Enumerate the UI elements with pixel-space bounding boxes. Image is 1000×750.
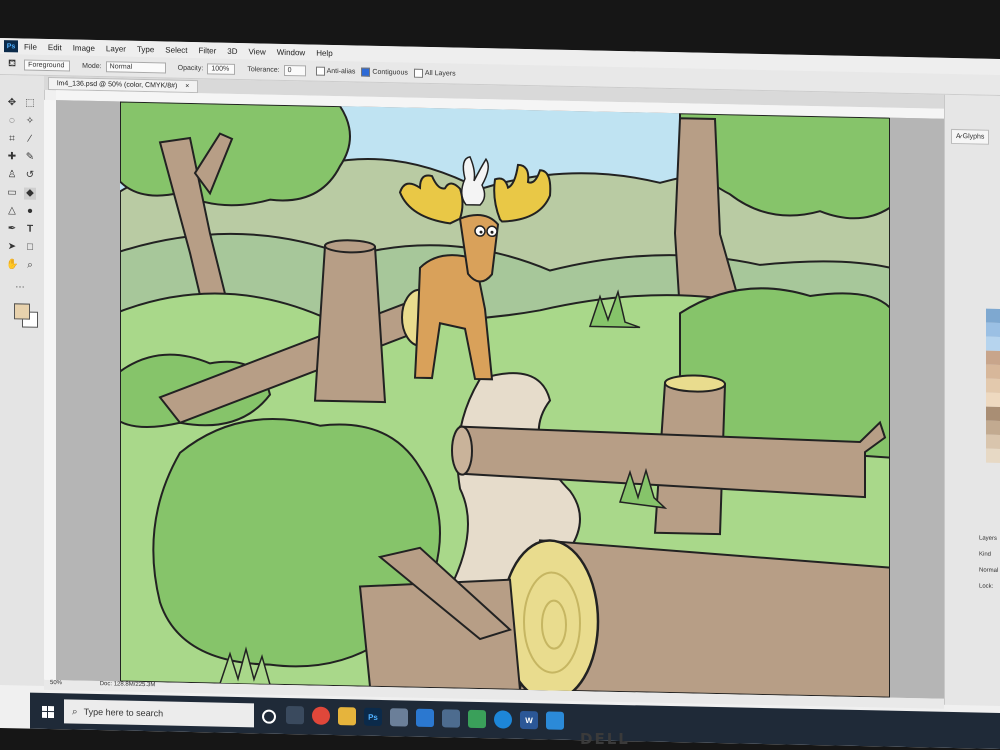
tolerance-label: Tolerance: (247, 65, 280, 74)
move-tool-icon[interactable]: ✥ (6, 97, 18, 109)
swatches-column (986, 308, 1000, 469)
menu-select[interactable]: Select (165, 45, 187, 54)
zoom-level[interactable]: 50% (50, 680, 62, 686)
tools-panel: ✥ ⬚ ◌ ✧ ⌗ ⁄ ✚ ✎ ♙ ↺ ▭ ◆ △ ● ✒ T ➤ □ ✋ ⌕ … (0, 75, 45, 686)
menu-window[interactable]: Window (277, 47, 305, 57)
tolerance-input[interactable]: 0 (283, 64, 306, 76)
menu-edit[interactable]: Edit (48, 43, 62, 52)
antialias-checkbox[interactable] (315, 66, 325, 76)
forest-illustration (120, 101, 890, 698)
layers-kind-filter[interactable]: Kind (979, 552, 998, 558)
edge-icon[interactable] (494, 710, 512, 729)
layers-title: Layers (979, 535, 998, 542)
app-icon[interactable] (468, 709, 486, 729)
magic-wand-icon[interactable]: ✧ (24, 116, 36, 128)
menu-layer[interactable]: Layer (106, 44, 126, 53)
opacity-label: Opacity: (177, 64, 204, 72)
menu-image[interactable]: Image (73, 43, 95, 52)
fill-source-select[interactable]: Foreground (24, 59, 71, 71)
close-icon[interactable]: × (185, 83, 189, 90)
app-icon[interactable] (390, 708, 408, 727)
mode-label: Mode: (82, 62, 102, 70)
task-view-icon[interactable] (286, 705, 304, 725)
layers-panel[interactable]: Layers Kind Normal Lock: (979, 536, 998, 590)
menu-3d[interactable]: 3D (227, 46, 237, 55)
canvas-area[interactable] (56, 100, 944, 699)
path-selection-icon[interactable]: ➤ (6, 241, 18, 253)
file-explorer-icon[interactable] (338, 707, 356, 726)
search-placeholder: Type here to search (83, 706, 164, 719)
layers-blend-mode[interactable]: Normal (979, 568, 998, 574)
brush-tool-icon[interactable]: ✎ (24, 152, 36, 164)
mail-icon[interactable] (416, 708, 434, 728)
history-brush-icon[interactable]: ↺ (24, 170, 36, 182)
mode-select[interactable]: Normal (105, 60, 166, 73)
menu-type[interactable]: Type (137, 44, 154, 53)
foreground-color-swatch[interactable] (14, 303, 30, 320)
search-icon: ⌕ (72, 706, 78, 718)
menu-filter[interactable]: Filter (199, 46, 217, 55)
contiguous-checkbox[interactable] (361, 67, 371, 77)
word-icon[interactable]: W (520, 710, 538, 730)
pen-tool-icon[interactable]: ✒ (6, 223, 18, 235)
more-tools-icon[interactable]: … (14, 279, 26, 291)
all-layers-checkbox[interactable] (413, 68, 423, 78)
menu-file[interactable]: File (24, 42, 37, 51)
dell-logo: DELL (580, 730, 630, 748)
windows-start-icon[interactable] (42, 705, 54, 719)
lasso-tool-icon[interactable]: ◌ (6, 115, 18, 127)
document-tab-title: lm4_136.psd @ 50% (color, CMYK/8#) (57, 80, 178, 90)
healing-brush-icon[interactable]: ✚ (6, 151, 18, 163)
chrome-icon[interactable] (312, 706, 330, 725)
menu-help[interactable]: Help (316, 48, 332, 57)
glyphs-label: Glyphs (962, 133, 985, 141)
rectangle-tool-icon[interactable]: □ (24, 242, 36, 254)
dodge-tool-icon[interactable]: ● (24, 206, 36, 218)
crop-tool-icon[interactable]: ⌗ (6, 133, 18, 145)
type-tool-icon[interactable]: T (24, 224, 36, 236)
taskbar-search[interactable]: ⌕ Type here to search (64, 699, 254, 728)
blur-tool-icon[interactable]: △ (6, 205, 18, 217)
stamp-tool-icon[interactable]: ♙ (6, 169, 18, 181)
eraser-tool-icon[interactable]: ▭ (6, 187, 18, 199)
app-icon[interactable] (442, 709, 460, 728)
paint-bucket-tool-icon[interactable]: ◆ (24, 187, 36, 200)
layers-lock-label: Lock: (979, 583, 994, 590)
paint-bucket-icon[interactable]: ⛾ (8, 58, 16, 71)
artwork-canvas[interactable] (120, 101, 890, 698)
all-layers-label: All Layers (424, 69, 456, 78)
doc-size[interactable]: Doc: 128.8M/225.3M (100, 681, 156, 688)
eyedropper-icon[interactable]: ⁄ (24, 134, 36, 146)
zoom-tool-icon[interactable]: ⌕ (24, 260, 36, 272)
screen: Ps File Edit Image Layer Type Select Fil… (0, 38, 1000, 749)
menu-view[interactable]: View (249, 47, 266, 56)
glyphs-panel-button[interactable]: A̷ Glyphs (951, 128, 990, 145)
contiguous-label: Contiguous (372, 68, 408, 77)
hand-tool-icon[interactable]: ✋ (6, 259, 18, 271)
cortana-icon[interactable] (262, 709, 276, 724)
marquee-tool-icon[interactable]: ⬚ (24, 98, 36, 110)
antialias-label: Anti-alias (326, 67, 356, 75)
glyphs-icon: A̷ (956, 133, 961, 141)
calendar-icon[interactable] (546, 711, 564, 730)
opacity-input[interactable]: 100% (207, 62, 236, 75)
photoshop-logo: Ps (4, 40, 18, 53)
photoshop-taskbar-icon[interactable]: Ps (364, 707, 382, 727)
